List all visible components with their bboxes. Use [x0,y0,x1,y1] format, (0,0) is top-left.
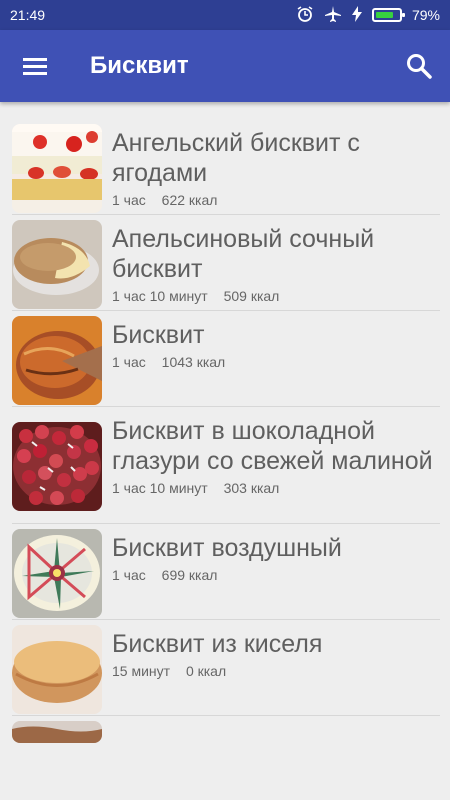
search-button[interactable] [402,49,436,83]
recipe-thumbnail [12,316,102,405]
recipe-time: 1 час [112,354,146,370]
recipe-thumbnail [12,220,102,309]
recipe-calories: 622 ккал [161,192,218,208]
recipe-time: 15 минут [112,663,171,679]
menu-button[interactable] [0,30,70,102]
recipe-time: 1 час 10 минут [112,288,208,304]
recipe-list-item[interactable]: Апельсиновый сочный бисквит 1 час 10 мин… [12,218,440,311]
recipe-thumbnail [12,625,102,714]
recipe-list-item[interactable]: Ангельский бисквит с ягодами 1 час 622 к… [12,122,440,215]
recipe-list-item[interactable]: Бисквит в шоколадной глазури со свежей м… [12,410,440,524]
recipe-time: 1 час 10 минут [112,480,208,496]
recipe-thumbnail [12,529,102,618]
recipe-name: Апельсиновый сочный бисквит [112,225,375,283]
recipe-calories: 303 ккал [223,480,280,496]
recipe-calories: 699 ккал [161,567,218,583]
status-icons: 79% [296,5,440,26]
recipe-name: Бисквит в шоколадной глазури со свежей м… [112,417,433,475]
status-time: 21:49 [10,7,46,23]
charging-icon [351,5,362,25]
recipe-thumbnail [12,124,102,213]
battery-level [375,12,393,18]
recipe-name: Бисквит [112,321,205,349]
recipe-thumbnail [12,422,102,511]
recipe-list-item[interactable]: Бисквит из киселя 15 минут 0 ккал [12,623,440,716]
recipe-name: Ангельский бисквит с ягодами [112,129,360,187]
battery-icon [371,8,405,22]
app-toolbar: Бисквит [0,30,450,102]
recipe-calories: 0 ккал [185,663,227,679]
recipe-list-item[interactable]: Бисквит 1 час 1043 ккал [12,314,440,407]
recipe-list-item-partial[interactable] [12,719,440,743]
status-bar: 21:49 79% [0,0,450,30]
page-title: Бисквит [90,52,189,79]
alarm-icon [296,5,314,26]
hamburger-menu-icon [23,58,47,75]
recipe-time: 1 час [112,192,146,208]
recipe-name: Бисквит воздушный [112,534,342,562]
airplane-icon [324,5,342,26]
search-icon [407,54,432,79]
recipe-name: Бисквит из киселя [112,630,323,658]
recipe-calories: 509 ккал [223,288,280,304]
recipe-time: 1 час [112,567,146,583]
recipe-list: Ангельский бисквит с ягодами 1 час 622 к… [12,122,440,746]
recipe-list-item[interactable]: Бисквит воздушный 1 час 699 ккал [12,527,440,620]
battery-percent: 79% [411,7,440,23]
recipe-calories: 1043 ккал [161,354,226,370]
recipe-thumbnail [12,721,102,743]
